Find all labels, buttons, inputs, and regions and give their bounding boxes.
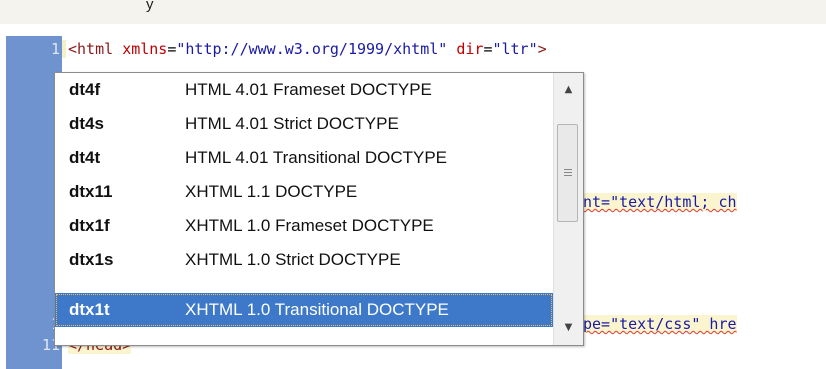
scroll-thumb[interactable]	[557, 124, 578, 222]
snippet-keyword: dt4s	[69, 114, 104, 133]
link-type-fragment: pe="text/css" hre	[583, 315, 737, 333]
snippet-keyword: dt4t	[69, 148, 101, 167]
snippet-keyword: dtx1t	[69, 300, 110, 319]
snippet-description: XHTML 1.0 Strict DOCTYPE	[185, 250, 401, 269]
snippet-keyword: dtx1s	[69, 250, 114, 269]
snippet-description: XHTML 1.0 Transitional DOCTYPE	[185, 300, 449, 319]
scroll-up-arrow-icon[interactable]: ▲	[554, 73, 583, 106]
snippet-description: HTML 4.01 Strict DOCTYPE	[185, 114, 399, 133]
code-line-link-fragment[interactable]: pe="text/css" hre	[583, 315, 737, 333]
code-line-meta-fragment[interactable]: nt="text/html; ch	[583, 193, 737, 211]
autocomplete-popup[interactable]: dt4f HTML 4.01 Frameset DOCTYPE dt4s HTM…	[54, 72, 584, 346]
autocomplete-item[interactable]: dt4f HTML 4.01 Frameset DOCTYPE	[55, 73, 553, 107]
grip-icon	[564, 169, 572, 177]
autocomplete-item[interactable]: dtx1s XHTML 1.0 Strict DOCTYPE	[55, 243, 553, 277]
line-number: 1	[10, 315, 60, 333]
snippet-description: XHTML 1.0 Frameset DOCTYPE	[185, 216, 434, 235]
meta-content-fragment: nt="text/html; ch	[583, 193, 737, 211]
dir-value: "ltr"	[492, 40, 538, 58]
html-tag-close-bracket: >	[537, 40, 547, 58]
snippet-keyword: dtx11	[69, 182, 113, 201]
snippet-keyword: dtx1f	[69, 216, 110, 235]
snippet-keyword: dt4f	[69, 80, 101, 99]
xmlns-attr: xmlns	[122, 40, 168, 58]
dir-attr: dir	[456, 40, 484, 58]
current-line-marker	[62, 40, 66, 58]
autocomplete-item[interactable]: dt4t HTML 4.01 Transitional DOCTYPE	[55, 141, 553, 175]
line-number: 1	[50, 40, 60, 58]
autocomplete-item[interactable]: dtx1f XHTML 1.0 Frameset DOCTYPE	[55, 209, 553, 243]
xmlns-value: "http://www.w3.org/1999/xhtml"	[176, 40, 448, 58]
toolbar-text: y	[146, 0, 154, 13]
line-number: 11	[41, 336, 60, 354]
popup-scrollbar[interactable]: ▲ ▼	[553, 73, 583, 345]
autocomplete-item[interactable]: dt4s HTML 4.01 Strict DOCTYPE	[55, 107, 553, 141]
snippet-description: XHTML 1.1 DOCTYPE	[185, 182, 358, 201]
scroll-down-arrow-icon[interactable]: ▼	[554, 311, 583, 344]
snippet-description: HTML 4.01 Frameset DOCTYPE	[185, 80, 432, 99]
autocomplete-item-selected[interactable]: dtx1t XHTML 1.0 Transitional DOCTYPE	[55, 293, 553, 327]
top-toolbar-strip: y	[0, 0, 826, 24]
autocomplete-item[interactable]: dtx11 XHTML 1.1 DOCTYPE	[55, 175, 553, 209]
html-tag-open: <html	[68, 40, 114, 58]
snippet-description: HTML 4.01 Transitional DOCTYPE	[185, 148, 448, 167]
code-line-html-open[interactable]: <html xmlns="http://www.w3.org/1999/xhtm…	[68, 40, 547, 58]
